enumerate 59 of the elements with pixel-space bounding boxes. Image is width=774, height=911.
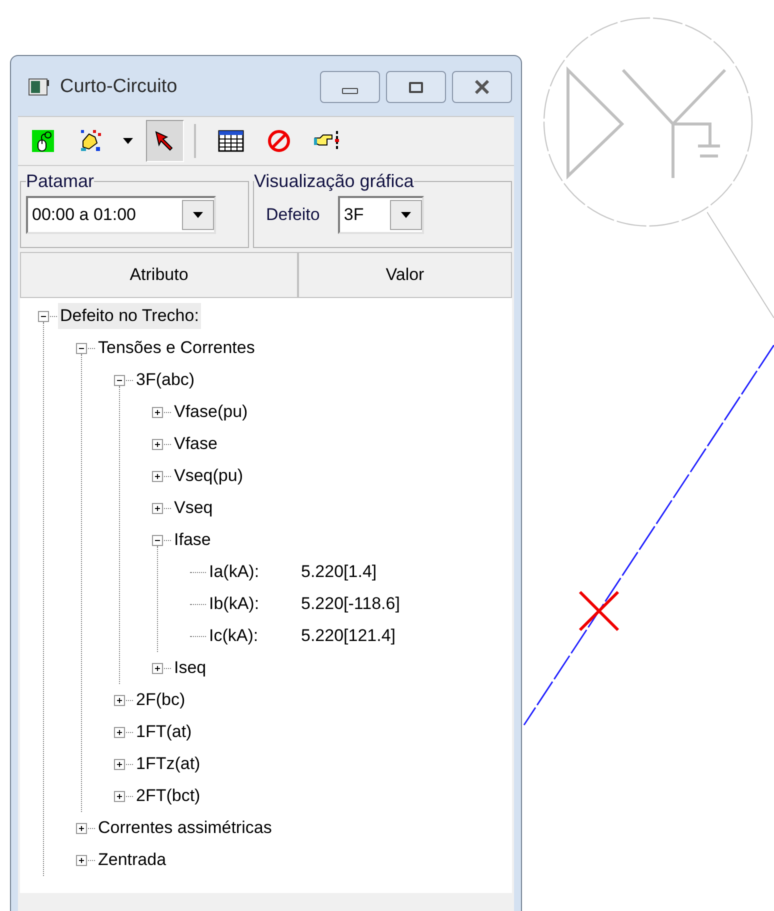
expand-toggle[interactable] [114,758,125,770]
group-label: Patamar [26,172,94,190]
tree-item[interactable]: Ib(kA): [207,591,301,617]
collapse-toggle[interactable] [152,534,163,546]
tree-item[interactable]: 2FT(bct) [134,783,202,809]
tree-item[interactable]: Vseq [172,495,215,521]
close-button[interactable] [452,71,512,103]
expand-toggle[interactable] [76,822,87,834]
tree-item[interactable]: Tensões e Correntes [96,335,257,361]
defeito-dropdown[interactable]: 3F [338,196,424,234]
expand-toggle[interactable] [114,694,125,706]
maximize-button[interactable] [386,71,446,103]
tree-value: 5.220[1.4] [301,561,377,584]
tree-value: 5.220[121.4] [301,625,396,648]
group-label: Visualização gráfica [254,172,414,190]
app-icon [28,77,50,97]
hand-icon [79,129,103,153]
expand-toggle[interactable] [114,726,125,738]
column-header[interactable]: Atributo [20,252,298,298]
minimize-button[interactable] [320,71,380,103]
tree-item[interactable]: Vfase(pu) [172,399,250,425]
pointing-hand-icon [314,130,340,152]
tree-item[interactable]: Ifase [172,527,213,553]
column-header[interactable]: Valor [298,252,512,298]
fault-mark-icon [578,590,620,632]
tree-item[interactable]: Correntes assimétricas [96,815,274,841]
tree-item[interactable]: Ic(kA): [207,623,301,649]
expand-toggle[interactable] [152,502,163,514]
tree-item[interactable]: Iseq [172,655,208,681]
no-entry-icon [267,129,291,153]
toolbar-button[interactable] [146,120,184,162]
caret-icon[interactable] [193,212,203,218]
collapse-toggle[interactable] [76,342,87,354]
expand-toggle[interactable] [114,790,125,802]
close-icon [474,80,490,94]
tree-item[interactable]: Vseq(pu) [172,463,245,489]
collapse-toggle[interactable] [114,374,125,386]
expand-toggle[interactable] [152,470,163,482]
tree-value: 5.220[-118.6] [301,593,400,616]
caret-icon[interactable] [400,212,411,218]
tree-item[interactable]: 2F(bc) [134,687,188,713]
tree-item[interactable]: Defeito no Trecho: [58,303,201,329]
table-icon [218,130,244,152]
mouse-icon [32,130,54,152]
tree-item[interactable]: Zentrada [96,847,168,873]
collapse-toggle[interactable] [38,310,49,322]
tree-item[interactable]: 1FTz(at) [134,751,202,777]
tree-item[interactable]: Vfase [172,431,220,457]
expand-toggle[interactable] [152,662,163,674]
patamar-dropdown[interactable]: 00:00 a 01:00 [26,196,216,234]
expand-toggle[interactable] [152,406,163,418]
tree-item[interactable]: 1FT(at) [134,719,194,745]
expand-toggle[interactable] [76,854,87,866]
caret-icon[interactable] [123,138,133,144]
expand-toggle[interactable] [152,438,163,450]
tree-item[interactable]: 3F(abc) [134,367,197,393]
tree-item[interactable]: Ia(kA): [207,559,301,585]
field-label: Defeito [266,204,320,226]
window-title: Curto-Circuito [60,74,178,99]
